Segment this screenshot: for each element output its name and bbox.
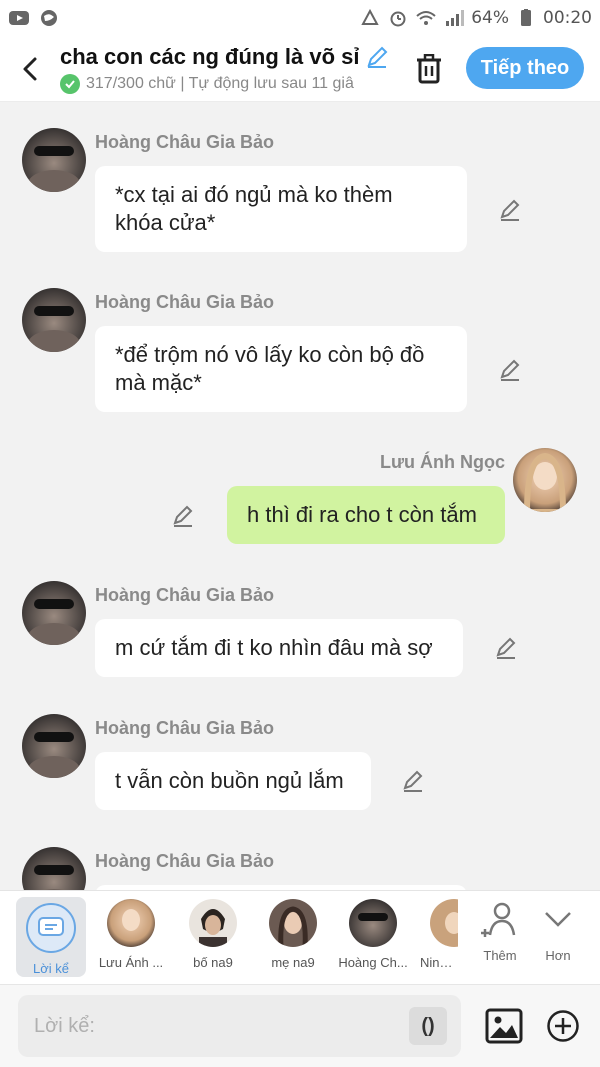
message-item: Hoàng Châu Gia Bảo *để trộm nó vô lấy ko… <box>0 286 600 416</box>
story-title: cha con các ng đúng là võ sỉ <box>60 43 360 69</box>
recycle-icon <box>359 8 381 27</box>
message-bubble[interactable]: h thì đi ra cho t còn tắm <box>227 486 505 544</box>
add-character-button[interactable]: Thêm <box>472 901 528 963</box>
character-bo-na9[interactable]: bố na9 <box>178 899 248 970</box>
parentheses-button[interactable]: () <box>409 1007 447 1045</box>
avatar <box>349 899 397 947</box>
chat-area[interactable]: Hoàng Châu Gia Bảo *cx tại ai đó ngủ mà … <box>0 102 600 890</box>
input-bar: Lời kể: () <box>0 984 600 1067</box>
sender-name: Hoàng Châu Gia Bảo <box>95 292 275 312</box>
avatar <box>107 899 155 947</box>
message-text: khóa cửa* <box>115 210 216 235</box>
more-button[interactable]: Hơn <box>530 901 586 963</box>
message-text: mà mặc* <box>115 370 202 395</box>
message-bubble[interactable]: t vẫn còn buồn ngủ lắm <box>95 752 371 810</box>
character-hoang-chau-gia-bao[interactable]: Hoàng Ch... <box>338 899 408 970</box>
chevron-left-icon <box>23 57 37 80</box>
youtube-icon <box>8 9 30 27</box>
message-bubble[interactable]: m cứ tắm đi t ko nhìn đâu mà sợ <box>95 619 463 677</box>
message-item: Hoàng Châu Gia Bảo <box>0 845 600 890</box>
avatar[interactable] <box>22 847 86 890</box>
edit-icon[interactable] <box>170 503 196 529</box>
narration-input[interactable]: Lời kể: () <box>18 995 461 1057</box>
avatar[interactable] <box>22 128 86 192</box>
message-text: t vẫn còn buồn ngủ lắm <box>115 768 344 793</box>
sender-name: Hoàng Châu Gia Bảo <box>95 851 275 871</box>
battery-icon <box>515 9 537 27</box>
avatar[interactable] <box>22 714 86 778</box>
avatar <box>430 899 458 947</box>
edit-icon[interactable] <box>400 768 426 794</box>
avatar <box>269 899 317 947</box>
message-item: Lưu Ánh Ngọc h thì đi ra cho t còn tắm <box>0 446 600 556</box>
story-title-area[interactable]: cha con các ng đúng là võ sỉ 317/300 chữ… <box>60 44 390 94</box>
pencil-icon[interactable] <box>364 44 390 70</box>
more-label: Hơn <box>545 948 571 963</box>
delete-button[interactable] <box>410 50 448 88</box>
edit-icon[interactable] <box>493 635 519 661</box>
character-name: Lời kể <box>33 961 69 976</box>
character-me-na9[interactable]: mẹ na9 <box>258 899 328 970</box>
trash-icon <box>417 54 441 84</box>
narrator-icon <box>26 903 76 953</box>
sender-name: Lưu Ánh Ngọc <box>379 452 505 472</box>
next-button[interactable]: Tiếp theo <box>466 47 584 89</box>
message-item: Hoàng Châu Gia Bảo *cx tại ai đó ngủ mà … <box>0 126 600 256</box>
character-bar: Lời kể Lưu Ánh ... bố na9 mẹ na9 Hoàng C… <box>0 890 600 984</box>
character-luu-anh-ngoc[interactable]: Lưu Ánh ... <box>96 899 166 970</box>
add-icon[interactable] <box>546 1009 580 1043</box>
character-name: Ninh N <box>420 955 458 970</box>
signal-icon <box>443 9 465 27</box>
autosave-status: 317/300 chữ | Tự động lưu sau 11 giâ <box>86 74 354 92</box>
character-ninh[interactable]: Ninh N <box>418 899 458 970</box>
chevron-down-icon <box>545 912 571 927</box>
avatar <box>189 899 237 947</box>
message-item: Hoàng Châu Gia Bảo t vẫn còn buồn ngủ lắ… <box>0 712 600 822</box>
message-text: m cứ tắm đi t ko nhìn đâu mà sợ <box>115 635 433 660</box>
avatar[interactable] <box>513 448 577 512</box>
sender-name: Hoàng Châu Gia Bảo <box>95 132 275 152</box>
wifi-icon <box>415 9 437 27</box>
avatar[interactable] <box>22 288 86 352</box>
browser-icon <box>38 9 60 27</box>
character-narrator[interactable]: Lời kể <box>16 897 86 977</box>
back-button[interactable] <box>0 36 60 102</box>
message-text: *cx tại ai đó ngủ mà ko thèm <box>115 182 393 207</box>
alarm-icon <box>387 9 409 27</box>
character-name: Hoàng Ch... <box>338 955 408 970</box>
character-name: Lưu Ánh ... <box>98 955 164 970</box>
message-bubble[interactable]: *cx tại ai đó ngủ mà ko thèm khóa cửa* <box>95 166 467 252</box>
input-placeholder: Lời kể: <box>34 1014 95 1037</box>
message-bubble[interactable]: *để trộm nó vô lấy ko còn bộ đồ mà mặc* <box>95 326 467 412</box>
message-text: h thì đi ra cho t còn tắm <box>247 502 477 527</box>
edit-icon[interactable] <box>497 357 523 383</box>
clock: 00:20 <box>543 8 592 28</box>
battery-level: 64% <box>471 8 509 28</box>
character-name: mẹ na9 <box>271 955 315 970</box>
image-icon[interactable] <box>485 1007 523 1045</box>
message-text: *để trộm nó vô lấy ko còn bộ đồ <box>115 342 425 367</box>
avatar[interactable] <box>22 581 86 645</box>
add-person-icon <box>481 902 516 937</box>
check-icon <box>60 73 80 94</box>
sender-name: Hoàng Châu Gia Bảo <box>95 585 275 605</box>
character-name: bố na9 <box>193 955 233 970</box>
message-item: Hoàng Châu Gia Bảo m cứ tắm đi t ko nhìn… <box>0 579 600 689</box>
edit-icon[interactable] <box>497 197 523 223</box>
header: cha con các ng đúng là võ sỉ 317/300 chữ… <box>0 36 600 102</box>
add-label: Thêm <box>483 948 517 963</box>
sender-name: Hoàng Châu Gia Bảo <box>95 718 275 738</box>
status-bar: 64% 00:20 <box>0 0 600 36</box>
